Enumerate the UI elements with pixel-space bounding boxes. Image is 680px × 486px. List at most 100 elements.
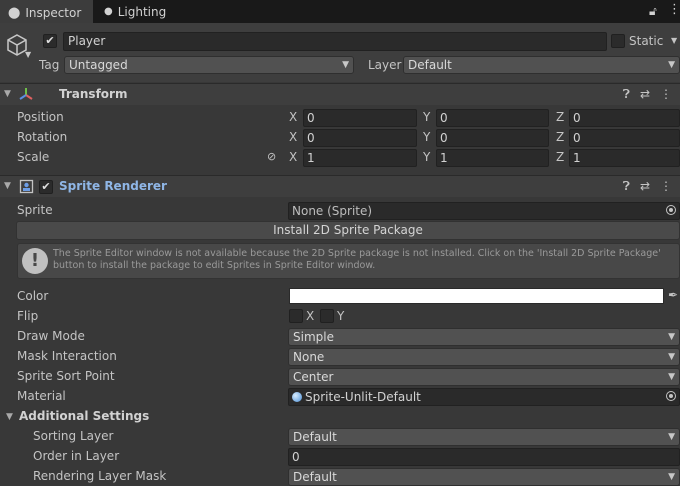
rotation-z-field[interactable]: 0 <box>569 129 680 147</box>
position-label: Position <box>17 110 64 124</box>
rotation-label: Rotation <box>17 130 68 144</box>
icon-dropdown-arrow-icon[interactable]: ▼ <box>25 50 31 59</box>
color-label: Color <box>17 289 49 303</box>
lock-icon[interactable]: 🔓︎ <box>649 4 657 19</box>
sprite-sort-point-dropdown[interactable]: Center ▼ <box>288 368 680 386</box>
rendering-layer-mask-label: Rendering Layer Mask <box>33 469 167 483</box>
static-label: Static <box>629 34 664 48</box>
help-text: The Sprite Editor window is not availabl… <box>53 248 661 271</box>
axis-x-label[interactable]: X <box>289 150 297 164</box>
gameobject-header: ▼ ✔ Player Static ▼ Tag Untagged ▼ Layer… <box>0 23 680 82</box>
order-in-layer-label: Order in Layer <box>33 449 120 463</box>
flip-x-checkbox[interactable] <box>289 309 303 323</box>
additional-settings-foldout-icon[interactable]: ▼ <box>6 412 13 422</box>
rendering-layer-mask-value: Default <box>293 470 337 484</box>
color-swatch[interactable] <box>289 288 664 304</box>
help-icon[interactable]: ❓︎ <box>623 179 630 194</box>
flip-y-label: Y <box>337 309 345 323</box>
material-sphere-icon <box>292 392 302 402</box>
axis-y-label[interactable]: Y <box>423 130 430 144</box>
additional-settings-label[interactable]: Additional Settings <box>19 409 149 423</box>
rotation-x-field[interactable]: 0 <box>303 129 417 147</box>
sprite-value: None (Sprite) <box>292 204 373 218</box>
scale-label: Scale <box>17 150 50 164</box>
mask-interaction-dropdown[interactable]: None ▼ <box>288 348 680 366</box>
mask-interaction-value: None <box>293 350 325 364</box>
tab-inspector-label: Inspector <box>25 5 82 20</box>
menu-dots-icon[interactable]: ⋮ <box>660 179 672 194</box>
position-y-field[interactable]: 0 <box>436 109 549 127</box>
object-picker-icon[interactable] <box>666 391 676 401</box>
flip-label: Flip <box>17 309 39 323</box>
rendering-layer-mask-dropdown[interactable]: Default ▼ <box>288 468 680 486</box>
presets-icon[interactable]: ⇄ <box>640 179 650 194</box>
draw-mode-value: Simple <box>293 330 334 344</box>
foldout-arrow-icon[interactable]: ▼ <box>4 89 11 99</box>
axis-y-label[interactable]: Y <box>423 110 430 124</box>
scale-x-field[interactable]: 1 <box>303 149 417 167</box>
axis-z-label[interactable]: Z <box>556 150 564 164</box>
axis-z-label[interactable]: Z <box>556 130 564 144</box>
gameobject-name-field[interactable]: Player <box>63 32 607 51</box>
chevron-down-icon: ▼ <box>668 372 675 382</box>
static-dropdown-arrow-icon[interactable]: ▼ <box>671 36 677 45</box>
sprite-renderer-enabled-checkbox[interactable]: ✔ <box>39 180 53 194</box>
component-header-icons: ❓︎ ⇄ ⋮ <box>623 87 672 102</box>
constrain-proportions-icon[interactable]: ⊘ <box>267 150 276 163</box>
tab-bar: ⬤ Inspector ● Lighting 🔓︎ ⋮ <box>0 0 680 24</box>
flip-y-checkbox[interactable] <box>320 309 334 323</box>
tab-inspector[interactable]: ⬤ Inspector <box>0 0 93 24</box>
sprite-renderer-title: Sprite Renderer <box>59 179 167 193</box>
eyedropper-icon[interactable]: ✒ <box>668 288 678 302</box>
axis-x-label[interactable]: X <box>289 130 297 144</box>
sprite-object-field[interactable]: None (Sprite) <box>288 202 680 220</box>
axis-x-label[interactable]: X <box>289 110 297 124</box>
order-in-layer-field[interactable]: 0 <box>288 448 680 466</box>
axis-y-label[interactable]: Y <box>423 150 430 164</box>
rotation-y-field[interactable]: 0 <box>436 129 549 147</box>
layer-label: Layer <box>368 58 402 72</box>
position-z-field[interactable]: 0 <box>569 109 680 127</box>
tab-lighting[interactable]: ● Lighting <box>96 0 174 23</box>
transform-header[interactable]: ▼ Transform ❓︎ ⇄ ⋮ <box>0 83 680 105</box>
material-value: Sprite-Unlit-Default <box>305 390 421 404</box>
scale-y-field[interactable]: 1 <box>436 149 549 167</box>
info-icon: ⬤ <box>8 6 21 19</box>
tab-lighting-label: Lighting <box>117 4 167 19</box>
layer-dropdown[interactable]: Default ▼ <box>403 56 680 74</box>
menu-dots-icon[interactable]: ⋮ <box>668 2 680 17</box>
position-x-field[interactable]: 0 <box>303 109 417 127</box>
material-object-field[interactable]: Sprite-Unlit-Default <box>288 388 680 406</box>
help-icon[interactable]: ❓︎ <box>623 87 630 102</box>
tag-label: Tag <box>39 58 60 72</box>
layer-value: Default <box>408 58 452 72</box>
active-checkbox[interactable]: ✔ <box>43 34 57 48</box>
chevron-down-icon: ▼ <box>342 60 349 70</box>
sprite-sort-point-value: Center <box>293 370 334 384</box>
presets-icon[interactable]: ⇄ <box>640 87 650 102</box>
flip-x-label: X <box>306 309 315 323</box>
chevron-down-icon: ▼ <box>668 352 675 362</box>
draw-mode-dropdown[interactable]: Simple ▼ <box>288 328 680 346</box>
lightbulb-icon: ● <box>104 6 113 17</box>
axis-z-label[interactable]: Z <box>556 110 564 124</box>
chevron-down-icon: ▼ <box>668 332 675 342</box>
sprite-label: Sprite <box>17 203 53 217</box>
scale-z-field[interactable]: 1 <box>569 149 680 167</box>
transform-title: Transform <box>59 87 128 101</box>
chevron-down-icon: ▼ <box>668 432 675 442</box>
mask-interaction-label: Mask Interaction <box>17 349 117 363</box>
sprite-renderer-header[interactable]: ▼ ✔ Sprite Renderer ❓︎ ⇄ ⋮ <box>0 175 680 197</box>
tag-dropdown[interactable]: Untagged ▼ <box>64 56 354 74</box>
chevron-down-icon: ▼ <box>668 60 675 70</box>
menu-dots-icon[interactable]: ⋮ <box>660 87 672 102</box>
warning-icon: ! <box>22 248 48 274</box>
object-picker-icon[interactable] <box>666 205 676 215</box>
sorting-layer-dropdown[interactable]: Default ▼ <box>288 428 680 446</box>
tag-value: Untagged <box>69 58 128 72</box>
static-checkbox[interactable] <box>611 34 625 48</box>
foldout-arrow-icon[interactable]: ▼ <box>4 181 11 191</box>
install-2d-sprite-button[interactable]: Install 2D Sprite Package <box>16 221 680 240</box>
sprite-renderer-icon <box>19 179 34 194</box>
help-box: ! The Sprite Editor window is not availa… <box>17 243 680 279</box>
